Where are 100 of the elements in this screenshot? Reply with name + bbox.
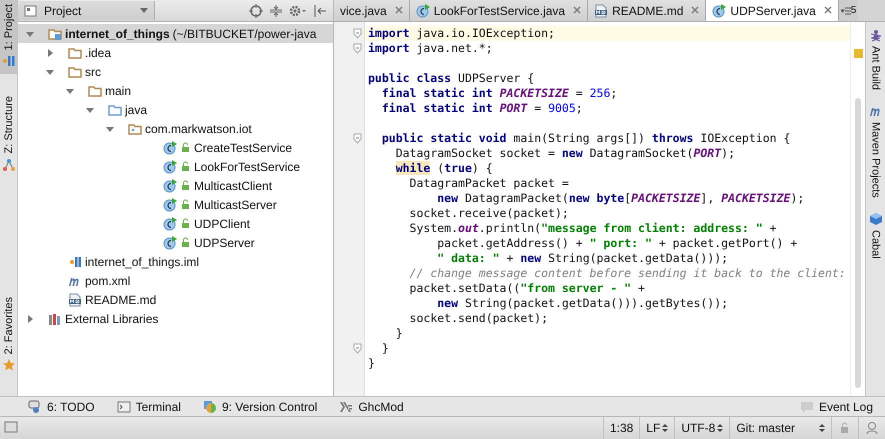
editor-tab[interactable]: README.md bbox=[588, 0, 706, 21]
lock-icon bbox=[180, 199, 191, 210]
lock-icon bbox=[180, 237, 191, 248]
tree-label: java bbox=[125, 102, 148, 116]
line-separator-selector[interactable]: LF bbox=[646, 421, 660, 435]
tree-row[interactable]: java bbox=[18, 100, 333, 119]
caret-position[interactable]: 1:38 bbox=[610, 421, 634, 435]
tool-window-button[interactable]: 6: TODO bbox=[28, 400, 95, 414]
tree-row[interactable]: LookForTestService bbox=[18, 157, 333, 176]
tool-window-button[interactable]: 9: Version Control bbox=[202, 400, 318, 414]
tree-row[interactable]: pom.xml bbox=[18, 271, 333, 290]
tree-label: .idea bbox=[85, 46, 112, 60]
code-line: packet.setData(("from server - " + bbox=[408, 281, 646, 296]
tree-row[interactable]: .idea bbox=[18, 43, 333, 62]
code-line: " data: " + new String(packet.getData())); bbox=[436, 251, 730, 266]
tree-row[interactable]: internet_of_things.iml bbox=[18, 252, 333, 271]
code-line: packet.getAddress() + " port: " + packet.getPort() + bbox=[436, 236, 798, 251]
editor-tab[interactable]: UDPServer.java bbox=[706, 0, 839, 21]
tool-window-tab[interactable]: Z: Structure bbox=[0, 92, 17, 178]
code-line: System.out.println("message from client: address: " + bbox=[408, 221, 778, 236]
tree-row[interactable]: main bbox=[18, 81, 333, 100]
caret-icon bbox=[140, 8, 148, 14]
tree-row[interactable]: src bbox=[18, 62, 333, 81]
tree-row[interactable]: UDPClient bbox=[18, 214, 333, 233]
code-line: // change message content before sending it back to the client: bbox=[408, 266, 847, 281]
tree-row[interactable]: CreateTestService bbox=[18, 138, 333, 157]
tree-label: pom.xml bbox=[85, 274, 130, 288]
project-view-dropdown[interactable]: Project bbox=[18, 1, 155, 20]
fold-marker-icon[interactable] bbox=[353, 43, 362, 54]
folder-icon bbox=[68, 64, 82, 78]
tree-label: main bbox=[105, 84, 132, 98]
tool-window-button[interactable]: GhcMod bbox=[339, 400, 404, 414]
close-icon[interactable] bbox=[691, 6, 700, 14]
markdown-file-icon bbox=[68, 292, 82, 306]
tab-label: vice.java bbox=[340, 4, 387, 18]
class-icon bbox=[416, 4, 430, 18]
code-line: DatagramSocket socket = new DatagramSocket(PORT); bbox=[394, 146, 736, 161]
code-line: final static int PACKETSIZE = 256; bbox=[380, 86, 618, 101]
lock-icon bbox=[180, 142, 191, 153]
class-icon bbox=[163, 198, 177, 212]
fold-marker-icon[interactable] bbox=[353, 28, 362, 39]
collapse-icon[interactable] bbox=[269, 4, 283, 18]
lock-icon bbox=[180, 180, 191, 191]
tool-window-tab[interactable]: Ant Build bbox=[868, 28, 882, 90]
code-line: socket.receive(packet); bbox=[408, 206, 570, 221]
code-line: socket.send(packet); bbox=[408, 311, 550, 326]
libraries-icon bbox=[48, 312, 62, 326]
class-icon bbox=[163, 216, 177, 230]
code-line: new DatagramPacket(new byte[PACKETSIZE], PACKETSIZE); bbox=[436, 191, 806, 206]
class-icon bbox=[163, 160, 177, 174]
tree-label: internet_of_things bbox=[65, 26, 170, 40]
fold-marker-icon[interactable] bbox=[353, 343, 362, 354]
tree-label: src bbox=[85, 64, 101, 78]
updown-arrows-icon[interactable] bbox=[662, 423, 668, 433]
folder-icon bbox=[68, 46, 82, 60]
tree-row[interactable]: MulticastClient bbox=[18, 176, 333, 195]
encoding-selector[interactable]: UTF-8 bbox=[681, 421, 716, 435]
code-line: while (true) { bbox=[394, 161, 494, 176]
class-icon bbox=[163, 178, 177, 192]
code-line: import java.net.*; bbox=[367, 41, 494, 56]
close-icon[interactable] bbox=[394, 6, 403, 14]
tree-row[interactable]: MulticastServer bbox=[18, 195, 333, 214]
version-control-icon bbox=[202, 400, 217, 414]
speech-bubble-icon bbox=[800, 400, 814, 414]
tool-window-tab[interactable]: Maven Projects bbox=[868, 104, 882, 198]
tree-row[interactable]: UDPServer bbox=[18, 233, 333, 252]
window-toggle-icon bbox=[4, 420, 18, 434]
tab-overflow-button[interactable]: 5 bbox=[838, 0, 858, 21]
tree-label: MulticastClient bbox=[194, 178, 272, 192]
tree-row[interactable]: com.markwatson.iot bbox=[18, 119, 333, 138]
settings-icon[interactable] bbox=[289, 4, 307, 18]
tool-window-tab[interactable]: 1: Project bbox=[0, 0, 17, 74]
updown-arrows-icon[interactable] bbox=[717, 423, 724, 433]
class-icon bbox=[712, 4, 726, 18]
tree-label: CreateTestService bbox=[194, 140, 292, 154]
tree-row[interactable]: internet_of_things (~/BITBUCKET/power-java bbox=[18, 24, 333, 43]
editor-tab[interactable]: LookForTestService.java bbox=[410, 0, 588, 21]
code-line: final static int PORT = 9005; bbox=[380, 101, 584, 116]
ant-icon bbox=[868, 28, 882, 42]
tree-label: LookForTestService bbox=[194, 160, 300, 174]
warning-marker-icon bbox=[854, 49, 862, 58]
fold-marker-icon[interactable] bbox=[353, 133, 362, 144]
event-log-button[interactable]: Event Log bbox=[800, 400, 873, 414]
target-icon[interactable] bbox=[249, 4, 263, 18]
tool-window-tab[interactable]: 2: Favorites bbox=[0, 292, 17, 378]
list-icon bbox=[840, 6, 851, 16]
close-icon[interactable] bbox=[573, 6, 582, 14]
terminal-icon bbox=[116, 400, 131, 414]
editor-tab[interactable]: vice.java bbox=[334, 0, 410, 21]
tab-label: LookForTestService.java bbox=[434, 4, 566, 18]
hide-panel-icon[interactable] bbox=[313, 4, 327, 18]
branch-selector[interactable]: Git: master bbox=[736, 421, 795, 435]
tree-row[interactable]: External Libraries bbox=[18, 309, 333, 328]
close-icon[interactable] bbox=[824, 6, 832, 14]
tool-window-button[interactable]: Terminal bbox=[116, 400, 181, 414]
code-line: } bbox=[367, 356, 376, 371]
tree-row[interactable]: README.md bbox=[18, 290, 333, 309]
updown-arrows-icon[interactable] bbox=[819, 423, 825, 433]
project-path: (~/BITBUCKET/power-java bbox=[172, 26, 316, 40]
tool-window-tab[interactable]: Cabal bbox=[868, 212, 882, 259]
